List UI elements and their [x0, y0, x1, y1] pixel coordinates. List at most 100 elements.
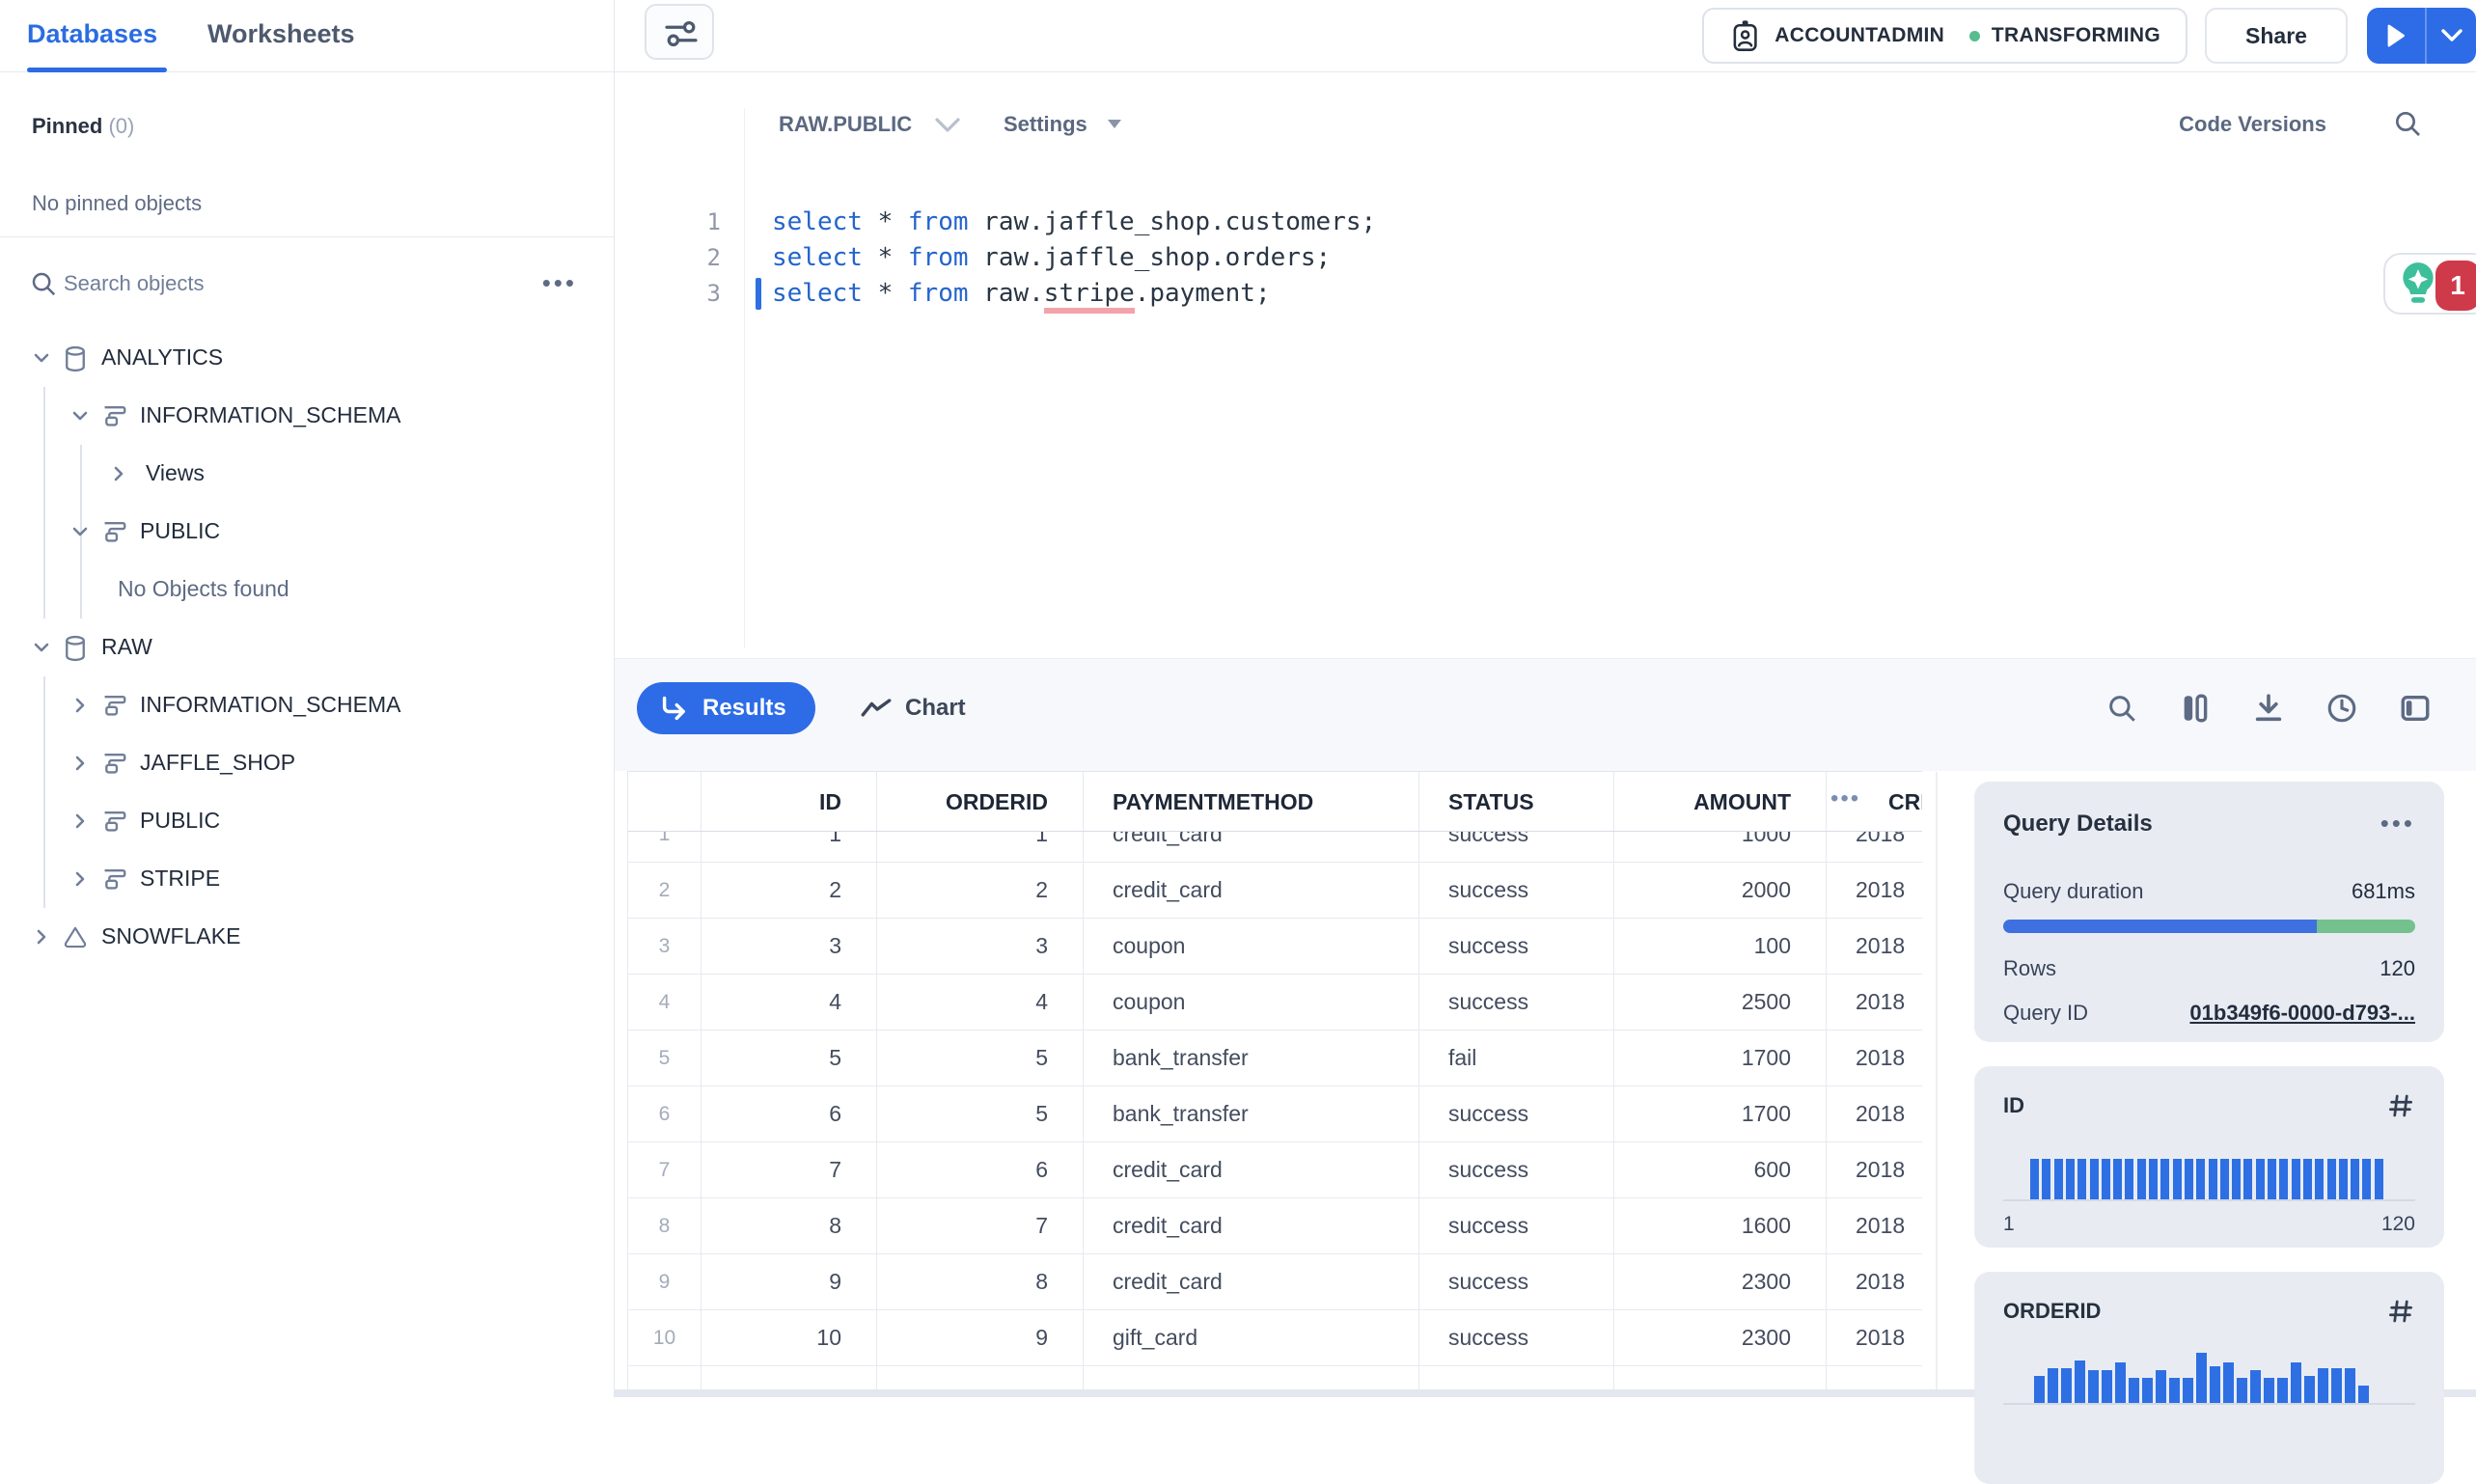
history-clock-icon[interactable] — [2325, 692, 2358, 725]
id-histogram[interactable] — [2003, 1136, 2415, 1199]
table-cell: credit_card — [1084, 1254, 1419, 1309]
search-input[interactable]: Search objects — [64, 271, 205, 296]
sql-editor[interactable]: RAW.PUBLIC Settings Code Versions 1 selec… — [615, 73, 2476, 658]
table-row-3[interactable]: 3 3 3 coupon success 100 2018 — [628, 919, 1922, 975]
tab-worksheets[interactable]: Worksheets — [207, 19, 355, 49]
editor-search-icon[interactable] — [2392, 108, 2423, 144]
histogram-bar — [2077, 1159, 2087, 1199]
tree-item-snowflake[interactable]: SNOWFLAKE — [0, 908, 614, 966]
table-cell: 2018 — [1827, 1031, 1922, 1086]
database-icon — [66, 345, 85, 372]
role-context-selector[interactable]: ACCOUNTADMIN TRANSFORMING — [1702, 8, 2187, 64]
tab-chart[interactable]: Chart — [861, 682, 966, 734]
share-button[interactable]: Share — [2205, 8, 2348, 64]
code-versions-button[interactable]: Code Versions — [2179, 112, 2326, 137]
sliders-icon — [665, 20, 698, 47]
tree-item-stripe[interactable]: STRIPE — [0, 850, 614, 908]
table-cell: 1600 — [1614, 1198, 1827, 1253]
tree-item-public[interactable]: PUBLIC — [0, 792, 614, 850]
results-table[interactable]: IDORDERIDPAYMENTMETHODSTATUSAMOUNTCREATE… — [627, 771, 1922, 1389]
more-columns-indicator[interactable]: ••• — [1830, 772, 1860, 832]
column-header-id[interactable]: ID — [702, 772, 877, 831]
tree-item-public[interactable]: PUBLIC — [0, 503, 614, 561]
code-line-1[interactable]: 1 select * from raw.jaffle_shop.customers… — [615, 205, 2476, 240]
table-row-10[interactable]: 10 10 9 gift_card success 2300 2018 — [628, 1310, 1922, 1366]
schema-icon — [104, 868, 126, 890]
settings-dropdown[interactable]: Settings — [1004, 112, 1122, 137]
column-header-status[interactable]: STATUS — [1419, 772, 1614, 831]
tree-item-label: STRIPE — [140, 866, 221, 891]
tree-item-label: ANALYTICS — [101, 344, 224, 370]
table-row-4[interactable]: 4 4 4 coupon success 2500 2018 — [628, 975, 1922, 1031]
run-options-button[interactable] — [2427, 8, 2476, 64]
code-line-3[interactable]: 3 select * from raw.stripe.payment; — [615, 276, 2476, 314]
tree-item-views[interactable]: Views — [0, 445, 614, 503]
histogram-bar — [2102, 1370, 2112, 1403]
table-cell: coupon — [1084, 975, 1419, 1030]
query-details-menu[interactable]: ••• — [2380, 809, 2415, 838]
tree-item-label: No Objects found — [118, 576, 289, 601]
tree-item-analytics[interactable]: ANALYTICS — [0, 329, 614, 387]
tree-item-information-schema[interactable]: INFORMATION_SCHEMA — [0, 387, 614, 445]
row-number-cell: 9 — [628, 1254, 702, 1309]
table-row-9[interactable]: 9 9 8 credit_card success 2300 2018 — [628, 1254, 1922, 1310]
table-cell: 8 — [877, 1254, 1084, 1309]
histogram-bar — [2129, 1378, 2139, 1403]
table-row-7[interactable]: 7 7 6 credit_card success 600 2018 — [628, 1142, 1922, 1198]
chevron-right-icon — [37, 929, 46, 945]
lightbulb-icon — [2403, 262, 2434, 303]
suggestion-pill[interactable]: 1 — [2383, 253, 2476, 315]
row-number-cell: 8 — [628, 1198, 702, 1253]
table-row-5[interactable]: 5 5 5 bank_transfer fail 1700 2018 — [628, 1031, 1922, 1086]
code-line-2[interactable]: 2 select * from raw.jaffle_shop.orders; — [615, 240, 2476, 276]
column-header-amount[interactable]: AMOUNT — [1614, 772, 1827, 831]
table-row-11[interactable] — [628, 1366, 1922, 1389]
table-cell: success — [1419, 863, 1614, 918]
tab-results[interactable]: Results — [637, 682, 815, 734]
object-search[interactable]: Search objects ••• — [0, 257, 614, 311]
table-cell: 2 — [702, 863, 877, 918]
column-header-orderid[interactable]: ORDERID — [877, 772, 1084, 831]
text-cursor — [756, 278, 761, 310]
tree-item-raw[interactable]: RAW — [0, 618, 614, 676]
sidebar-more-menu[interactable]: ••• — [542, 268, 577, 298]
results-search-icon[interactable] — [2105, 692, 2138, 725]
histogram-bar — [2156, 1370, 2166, 1403]
columns-icon[interactable] — [2179, 692, 2212, 725]
run-button[interactable] — [2367, 8, 2427, 64]
tree-item-label: SNOWFLAKE — [101, 923, 241, 948]
rows-label: Rows — [2003, 956, 2057, 980]
tree-item-jaffle-shop[interactable]: JAFFLE_SHOP — [0, 734, 614, 792]
id-axis — [2003, 1199, 2415, 1201]
histogram-bar — [2113, 1159, 2123, 1199]
download-icon[interactable] — [2252, 692, 2285, 725]
return-arrow-icon — [662, 696, 685, 721]
table-cell: credit_card — [1084, 863, 1419, 918]
histogram-bar — [2219, 1159, 2229, 1199]
query-id-label: Query ID — [2003, 1001, 2089, 1025]
table-header: IDORDERIDPAYMENTMETHODSTATUSAMOUNTCREATE… — [628, 772, 1922, 832]
chevron-down-icon — [72, 527, 88, 536]
column-header-paymentmethod[interactable]: PAYMENTMETHOD — [1084, 772, 1419, 831]
histogram-bar — [2255, 1159, 2265, 1199]
code-area[interactable]: 1 select * from raw.jaffle_shop.customers… — [615, 205, 2476, 314]
split-panel-icon[interactable] — [2399, 692, 2432, 725]
table-cell: 4 — [702, 975, 877, 1030]
pinned-count: (0) — [108, 114, 135, 138]
tab-databases[interactable]: Databases — [27, 19, 157, 49]
histogram-bar — [2196, 1159, 2206, 1199]
table-cell: 600 — [1614, 1142, 1827, 1197]
database-context-dropdown[interactable]: RAW.PUBLIC — [779, 112, 960, 137]
histogram-bar — [2053, 1159, 2063, 1199]
query-id-link[interactable]: 01b349f6-0000-d793-... — [2189, 1001, 2415, 1026]
chevron-right-icon — [75, 871, 85, 887]
worksheet-filters-button[interactable] — [645, 4, 714, 60]
orderid-histogram[interactable] — [2003, 1339, 2415, 1403]
sidebar: Databases Worksheets Pinned (0) No pinne… — [0, 0, 615, 1397]
table-row-8[interactable]: 8 8 7 credit_card success 1600 2018 — [628, 1198, 1922, 1254]
table-row-2[interactable]: 2 2 2 credit_card success 2000 2018 — [628, 863, 1922, 919]
row-number-header[interactable] — [628, 772, 702, 831]
table-row-6[interactable]: 6 6 5 bank_transfer success 1700 2018 — [628, 1086, 1922, 1142]
tree-item-label: JAFFLE_SHOP — [140, 750, 296, 775]
tree-item-information-schema[interactable]: INFORMATION_SCHEMA — [0, 676, 614, 734]
